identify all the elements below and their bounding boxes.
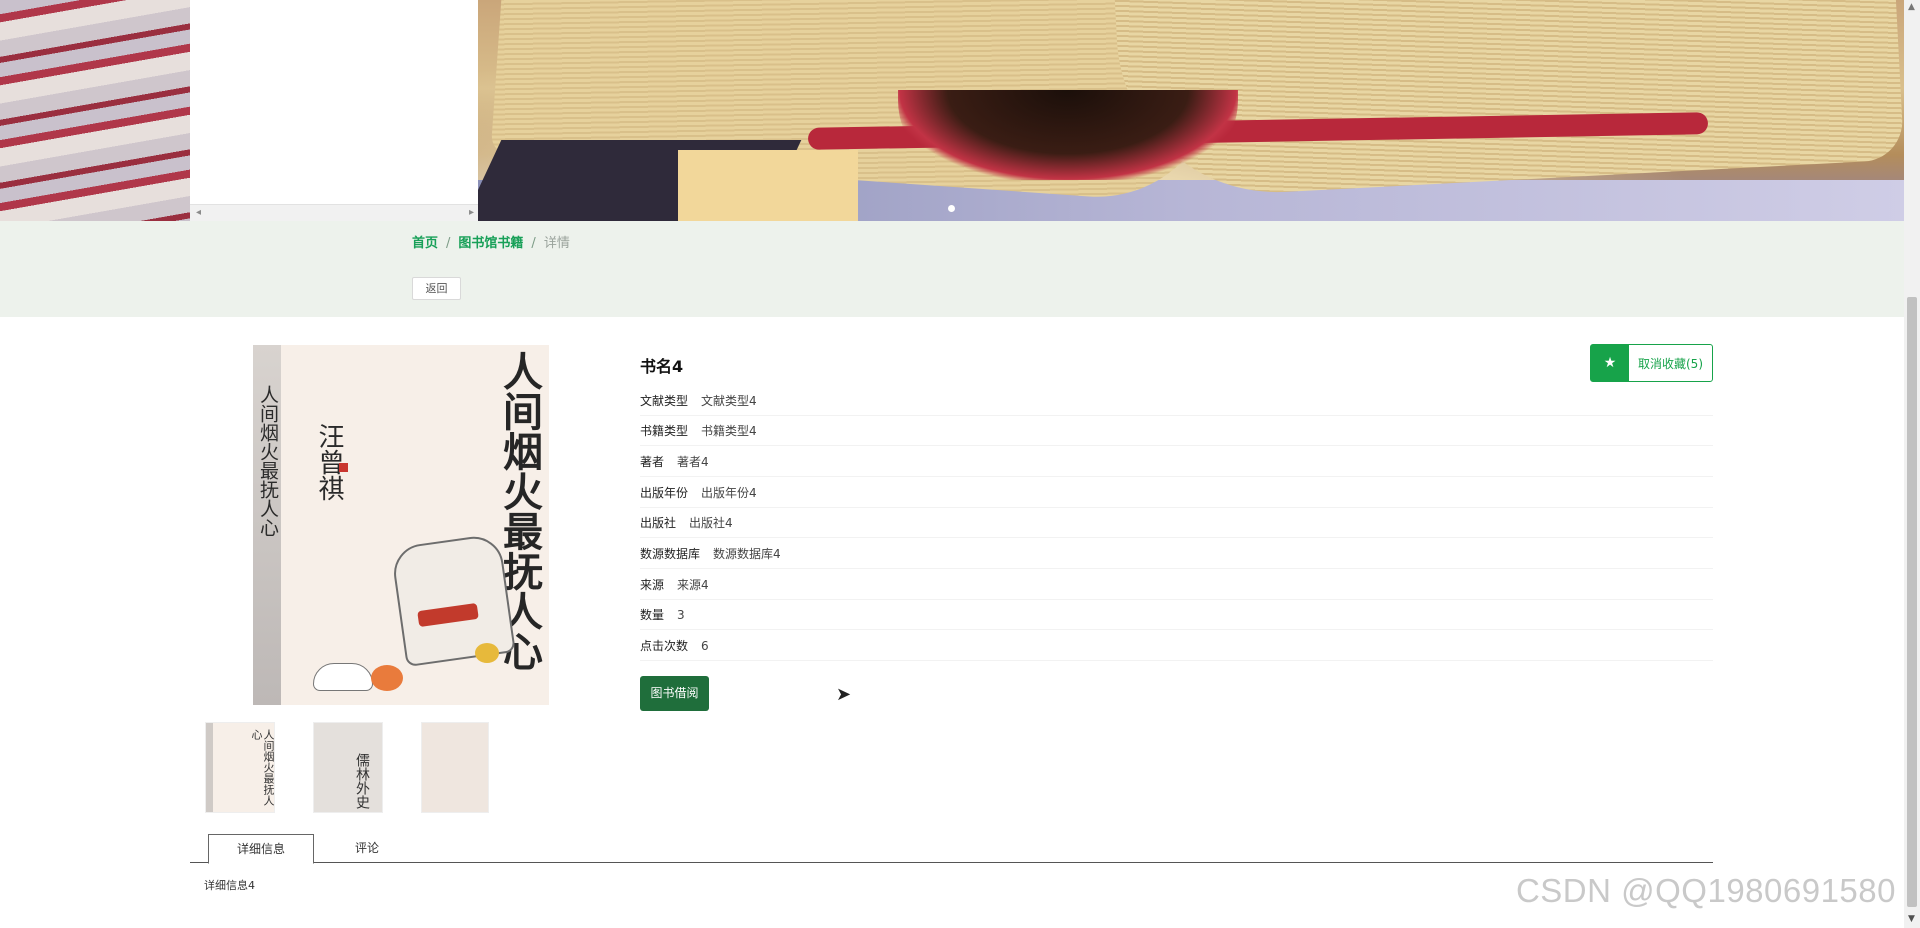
field-row-quantity: 数量 3 — [640, 600, 1713, 630]
field-row-author: 著者 著者4 — [640, 447, 1713, 477]
thumbnail-2[interactable]: 儒林外史 — [313, 722, 383, 813]
breadcrumb-current: 详情 — [543, 236, 570, 251]
thumbnail-1[interactable]: 人间烟火最抚人心 — [205, 722, 275, 813]
banner-carousel: ◂ ▸ — [0, 0, 1904, 221]
breadcrumb-band — [0, 221, 1904, 317]
borrow-book-button[interactable]: 图书借阅 — [640, 676, 709, 711]
scroll-up-icon[interactable]: ▲ — [1908, 2, 1915, 12]
thumbnail-3[interactable] — [421, 722, 489, 813]
field-row-publish-year: 出版年份 出版年份4 — [640, 478, 1713, 508]
watermark: CSDN @QQ1980691580 — [1515, 872, 1896, 909]
book-cover-image: 人间烟火最抚人心 汪曾祺 人间烟火最抚人心 — [253, 345, 549, 705]
mouse-cursor-icon: ➤ — [836, 684, 852, 705]
detail-content: 详细信息4 — [204, 879, 255, 892]
banner-book-photo — [478, 0, 1904, 221]
breadcrumb-home[interactable]: 首页 — [412, 236, 438, 251]
banner-side-image — [0, 0, 190, 221]
field-row-publisher: 出版社 出版社4 — [640, 508, 1713, 538]
back-button[interactable]: 返回 — [412, 277, 461, 300]
unfavorite-button[interactable]: ★ 取消收藏(5) — [1590, 344, 1713, 382]
banner-scrollbar[interactable]: ◂ ▸ — [190, 204, 478, 221]
tab-details[interactable]: 详细信息 — [208, 834, 314, 864]
page-scrollbar[interactable]: ▲ ▼ — [1904, 0, 1920, 928]
tab-comments[interactable]: 评论 — [314, 834, 420, 864]
chevron-left-icon[interactable]: ◂ — [196, 207, 201, 218]
field-row-doc-type: 文献类型 文献类型4 — [640, 386, 1713, 416]
breadcrumb-library[interactable]: 图书馆书籍 — [458, 236, 523, 251]
field-row-click-count: 点击次数 6 — [640, 631, 1713, 661]
carousel-dot[interactable] — [948, 205, 955, 212]
field-row-database: 数源数据库 数源数据库4 — [640, 539, 1713, 569]
banner-blank-panel — [190, 0, 478, 221]
field-row-source: 来源 来源4 — [640, 570, 1713, 600]
chevron-right-icon[interactable]: ▸ — [469, 207, 474, 218]
star-icon: ★ — [1591, 345, 1629, 381]
detail-tabs: 详细信息 评论 — [190, 833, 1713, 864]
book-title: 书名4 — [640, 357, 684, 376]
unfavorite-label: 取消收藏(5) — [1638, 356, 1703, 371]
field-row-book-type: 书籍类型 书籍类型4 — [640, 416, 1713, 446]
scroll-down-icon[interactable]: ▼ — [1908, 914, 1915, 924]
scrollbar-thumb[interactable] — [1907, 297, 1917, 907]
breadcrumb: 首页 / 图书馆书籍 / 详情 — [412, 236, 570, 251]
